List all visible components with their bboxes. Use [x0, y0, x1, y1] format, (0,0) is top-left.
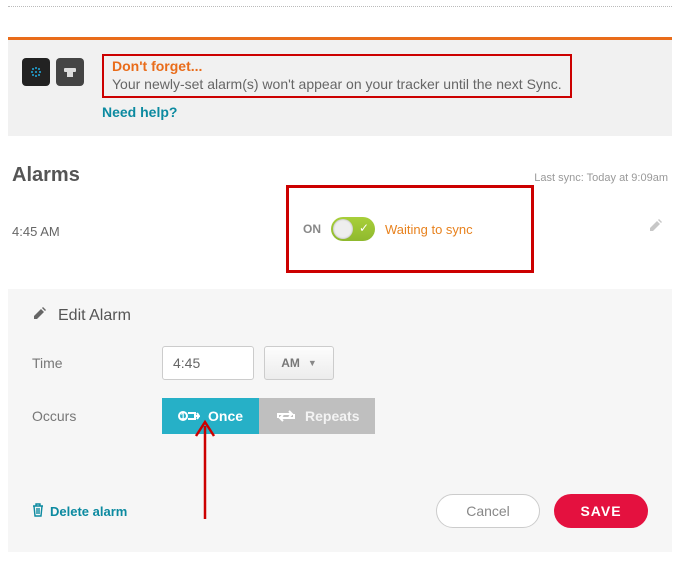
edit-alarm-icon[interactable] — [648, 217, 664, 238]
cancel-button[interactable]: Cancel — [436, 494, 540, 528]
trash-icon — [32, 503, 44, 520]
alarm-row: 4:45 AM ON ✓ Waiting to sync — [8, 203, 672, 259]
check-icon: ✓ — [359, 221, 369, 235]
repeat-icon — [275, 409, 297, 423]
time-input[interactable] — [162, 346, 254, 380]
chevron-down-icon: ▼ — [308, 358, 317, 368]
alarms-section: Alarms Last sync: Today at 9:09am 4:45 A… — [8, 164, 672, 259]
alarm-time: 4:45 AM — [12, 224, 112, 239]
scale-icon — [56, 58, 84, 86]
divider-top — [8, 6, 672, 7]
alarm-status-callout: ON ✓ Waiting to sync — [286, 185, 534, 273]
edit-alarm-panel: Edit Alarm Time AM ▼ Occurs 1 Once Repea… — [8, 289, 672, 552]
save-button[interactable]: SAVE — [554, 494, 648, 528]
occurs-repeats-button[interactable]: Repeats — [259, 398, 375, 434]
device-icons — [22, 58, 84, 86]
ampm-select[interactable]: AM ▼ — [264, 346, 334, 380]
edit-alarm-title: Edit Alarm — [58, 307, 131, 325]
alarm-on-label: ON — [303, 222, 321, 236]
banner-text: Your newly-set alarm(s) won't appear on … — [112, 76, 562, 92]
svg-text:1: 1 — [181, 412, 186, 421]
alarm-toggle[interactable]: ✓ — [331, 217, 375, 241]
repeats-label: Repeats — [305, 408, 359, 424]
alarms-heading: Alarms — [12, 164, 80, 187]
alarm-sync-status: Waiting to sync — [385, 222, 473, 237]
sync-reminder-callout: Don't forget... Your newly-set alarm(s) … — [102, 54, 572, 98]
need-help-link[interactable]: Need help? — [102, 104, 177, 120]
annotation-arrow — [190, 414, 220, 524]
time-label: Time — [32, 355, 162, 371]
last-sync-label: Last sync: Today at 9:09am — [534, 172, 668, 184]
occurs-label: Occurs — [32, 408, 162, 424]
sync-reminder-banner: Don't forget... Your newly-set alarm(s) … — [8, 37, 672, 136]
pencil-icon — [32, 305, 48, 326]
tracker-icon — [22, 58, 50, 86]
delete-alarm-link[interactable]: Delete alarm — [32, 503, 127, 520]
delete-label: Delete alarm — [50, 504, 127, 519]
ampm-value: AM — [281, 356, 300, 370]
banner-title: Don't forget... — [112, 58, 562, 74]
